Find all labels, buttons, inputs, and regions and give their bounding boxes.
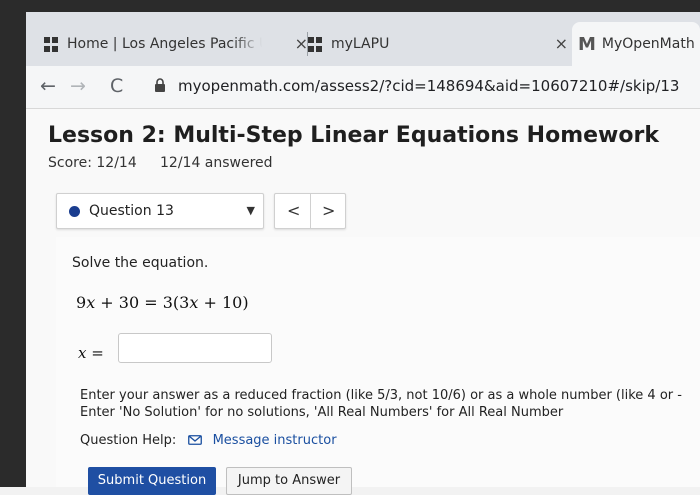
- question-select[interactable]: Question 13 ▼: [56, 193, 264, 229]
- submit-question-button[interactable]: Submit Question: [88, 467, 216, 495]
- nav-divider: [310, 194, 311, 228]
- answer-equals: =: [86, 344, 104, 362]
- equation-term: 9: [76, 293, 87, 312]
- forward-arrow-icon[interactable]: →: [70, 75, 86, 97]
- answer-format-hint: Enter your answer as a reduced fraction …: [80, 387, 682, 421]
- hint-line: Enter your answer as a reduced fraction …: [80, 388, 682, 403]
- question-select-label: Question 13: [89, 203, 174, 219]
- score-text: Score: 12/14: [48, 155, 137, 171]
- reload-icon[interactable]: C: [110, 75, 123, 97]
- question-help-label: Question Help:: [80, 433, 177, 448]
- equation-term: + 10): [198, 293, 249, 312]
- question-nav-group: < >: [274, 193, 346, 229]
- gmail-m-icon: M: [578, 33, 596, 55]
- tab-title: MyOpenMath: [601, 36, 695, 52]
- answer-label: x =: [78, 344, 104, 362]
- message-instructor-link[interactable]: Message instructor: [213, 433, 337, 448]
- page-title: Lesson 2: Multi-Step Linear Equations Ho…: [48, 123, 659, 148]
- tab-title: Home | Los Angeles Pacific Un: [67, 36, 262, 52]
- jump-to-answer-button[interactable]: Jump to Answer: [226, 467, 352, 495]
- question-help: Question Help: Message instructor: [80, 433, 337, 448]
- browser-tab-bar: Home | Los Angeles Pacific Un × myLAPU ×…: [26, 12, 700, 66]
- equation: 9x + 30 = 3(3x + 10): [76, 293, 249, 312]
- tab-myopenmath[interactable]: M MyOpenMath: [572, 22, 700, 66]
- tab-mylapu[interactable]: myLAPU ×: [308, 22, 570, 66]
- lock-icon[interactable]: [154, 78, 166, 92]
- answered-count: 12/14 answered: [160, 155, 273, 171]
- screen-bezel-top: [0, 0, 700, 12]
- back-arrow-icon[interactable]: ←: [40, 75, 56, 97]
- next-question-button[interactable]: >: [322, 201, 335, 220]
- answer-input[interactable]: [118, 333, 272, 363]
- screen-bezel-left: [0, 0, 26, 487]
- hint-line: Enter 'No Solution' for no solutions, 'A…: [80, 405, 564, 420]
- caret-down-icon: ▼: [246, 204, 255, 217]
- lapu-favicon-icon: [308, 36, 322, 52]
- previous-question-button[interactable]: <: [287, 201, 300, 220]
- question-status-dot: [69, 206, 80, 217]
- equation-variable: x: [86, 293, 96, 312]
- question-body: Solve the equation. 9x + 30 = 3(3x + 10)…: [56, 237, 700, 487]
- mail-icon[interactable]: [188, 435, 203, 445]
- tab-title: myLAPU: [331, 36, 390, 52]
- tab-home-lapu[interactable]: Home | Los Angeles Pacific Un ×: [44, 22, 308, 66]
- question-instruction: Solve the equation.: [72, 255, 209, 271]
- equation-term: + 30 = 3(3: [95, 293, 190, 312]
- browser-toolbar: ← → C myopenmath.com/assess2/?cid=148694…: [26, 66, 700, 109]
- url-field[interactable]: myopenmath.com/assess2/?cid=148694&aid=1…: [178, 77, 679, 95]
- close-tab-icon[interactable]: ×: [555, 34, 568, 53]
- close-tab-icon[interactable]: ×: [295, 34, 308, 53]
- assessment-page: Lesson 2: Multi-Step Linear Equations Ho…: [26, 109, 700, 495]
- lapu-favicon-icon: [44, 36, 58, 52]
